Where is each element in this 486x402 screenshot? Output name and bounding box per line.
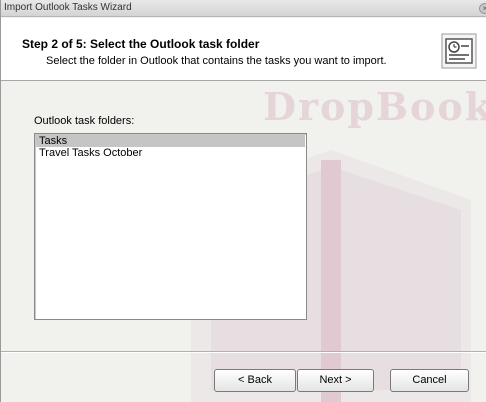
step-instruction: Select the folder in Outlook that contai…	[46, 55, 387, 67]
task-import-icon	[441, 33, 477, 69]
back-button[interactable]: < Back	[214, 369, 296, 392]
footer-divider	[1, 351, 486, 353]
folders-label: Outlook task folders:	[34, 115, 135, 127]
wizard-window: Import Outlook Tasks Wizard × Step 2 of …	[0, 0, 486, 402]
wizard-body: Outlook task folders: Tasks Travel Tasks…	[1, 82, 486, 352]
title-bar: Import Outlook Tasks Wizard ×	[1, 0, 486, 17]
window-title: Import Outlook Tasks Wizard	[4, 2, 132, 13]
step-title: Step 2 of 5: Select the Outlook task fol…	[22, 37, 260, 51]
close-icon[interactable]: ×	[479, 3, 486, 14]
cancel-button[interactable]: Cancel	[390, 369, 469, 392]
wizard-header: Step 2 of 5: Select the Outlook task fol…	[1, 18, 486, 81]
next-button[interactable]: Next >	[297, 369, 374, 392]
task-folder-list[interactable]: Tasks Travel Tasks October	[34, 133, 307, 320]
list-item[interactable]: Tasks	[36, 135, 305, 147]
list-item[interactable]: Travel Tasks October	[36, 147, 305, 159]
